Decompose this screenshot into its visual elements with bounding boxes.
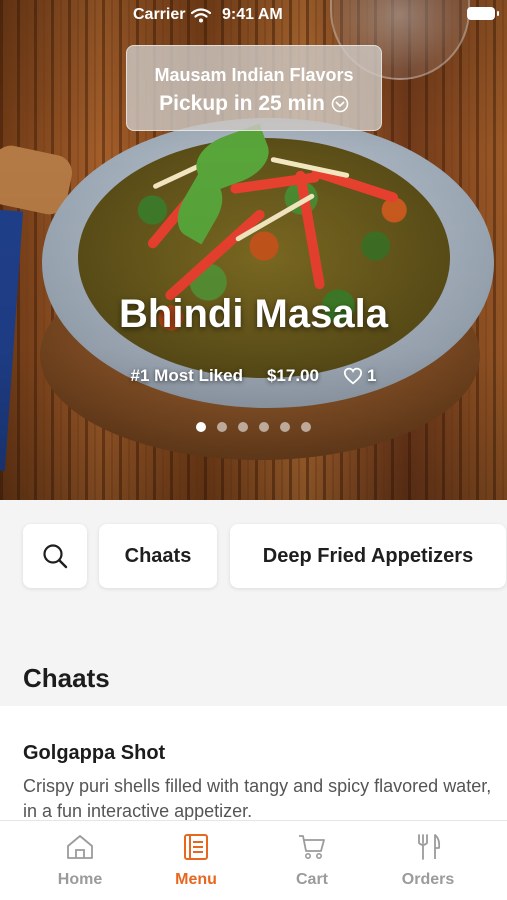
tab-menu-label: Menu <box>175 871 217 888</box>
carrier-info: Carrier <box>133 6 212 24</box>
category-chip-chaats[interactable]: Chaats <box>99 524 217 588</box>
carousel-dot[interactable] <box>259 422 269 432</box>
search-icon <box>43 544 68 569</box>
carousel-indicator[interactable] <box>0 422 507 432</box>
carousel-dot[interactable] <box>238 422 248 432</box>
carousel-dot[interactable] <box>217 422 227 432</box>
home-icon <box>67 835 93 859</box>
menu-icon <box>184 834 208 860</box>
carousel-dot[interactable] <box>301 422 311 432</box>
tab-cart-label: Cart <box>295 871 328 888</box>
carousel-dot[interactable] <box>196 422 206 432</box>
search-button[interactable] <box>23 524 87 588</box>
like-button[interactable]: 1 <box>343 366 376 386</box>
tab-home-label: Home <box>57 871 103 888</box>
restaurant-name: Mausam Indian Flavors <box>154 65 354 85</box>
most-liked-badge: #1 Most Liked <box>130 366 243 385</box>
carrier-label: Carrier <box>133 6 186 23</box>
pickup-selector[interactable]: Mausam Indian Flavors Pickup in 25 min <box>126 45 382 131</box>
fork-knife-icon <box>418 834 441 860</box>
bottom-tab-bar[interactable]: Home Menu Cart Orders <box>0 820 507 900</box>
pickup-time-label: Pickup in 25 min <box>159 92 325 115</box>
status-time: 9:41 AM <box>222 6 283 23</box>
category-bar[interactable]: Chaats Deep Fried Appetizers <box>0 500 507 608</box>
featured-dish-name: Bhindi Masala <box>119 292 388 336</box>
status-bar: Carrier 9:41 AM <box>0 0 507 30</box>
wifi-icon <box>191 7 212 22</box>
tab-orders-label: Orders <box>401 871 455 888</box>
menu-item-card[interactable]: Golgappa Shot Crispy puri shells filled … <box>0 706 507 821</box>
chevron-down-icon <box>331 95 349 113</box>
dish-price: $17.00 <box>266 366 319 385</box>
carousel-dot[interactable] <box>280 422 290 432</box>
section-title: Chaats <box>23 663 110 693</box>
menu-item-name: Golgappa Shot <box>23 742 166 764</box>
tab-orders[interactable]: Orders <box>368 821 488 900</box>
pickup-time-row[interactable]: Pickup in 25 min <box>127 92 381 116</box>
cart-icon <box>299 835 325 859</box>
category-chip-deep-fried-appetizers[interactable]: Deep Fried Appetizers <box>230 524 506 588</box>
menu-item-description: Crispy puri shells filled with tangy and… <box>23 776 492 821</box>
menu-section-header: Chaats <box>0 608 507 706</box>
tab-menu[interactable]: Menu <box>136 821 256 900</box>
heart-icon <box>343 367 363 385</box>
like-count: 1 <box>366 366 377 385</box>
tab-home[interactable]: Home <box>20 821 140 900</box>
featured-dish-meta: #1 Most Liked $17.00 1 <box>0 366 507 386</box>
battery-icon <box>467 7 499 20</box>
tab-cart[interactable]: Cart <box>252 821 372 900</box>
